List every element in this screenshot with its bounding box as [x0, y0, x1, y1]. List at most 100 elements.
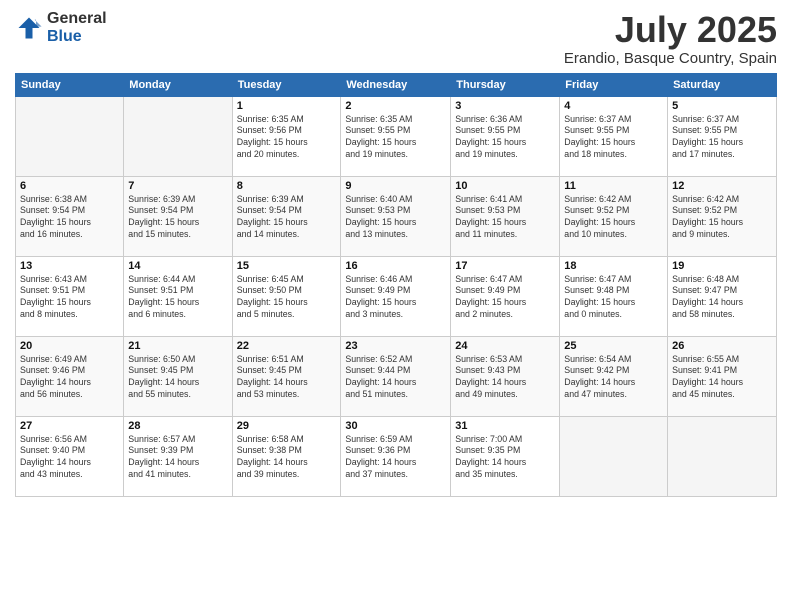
- table-row: 3Sunrise: 6:36 AM Sunset: 9:55 PM Daylig…: [451, 96, 560, 176]
- day-info: Sunrise: 6:37 AM Sunset: 9:55 PM Dayligh…: [564, 114, 663, 162]
- day-info: Sunrise: 6:48 AM Sunset: 9:47 PM Dayligh…: [672, 274, 772, 322]
- table-row: 21Sunrise: 6:50 AM Sunset: 9:45 PM Dayli…: [124, 336, 232, 416]
- header-monday: Monday: [124, 73, 232, 96]
- table-row: [16, 96, 124, 176]
- calendar-week-row: 27 Sunrise: 6:56 AM Sunset: 9:40 PM Dayli…: [16, 416, 777, 496]
- calendar-table: Sunday Monday Tuesday Wednesday Thursday…: [15, 73, 777, 497]
- day-info: Sunrise: 6:46 AM Sunset: 9:49 PM Dayligh…: [345, 274, 446, 322]
- table-row: 28 Sunrise: 6:57 AM Sunset: 9:39 PM Dayli…: [124, 416, 232, 496]
- table-row: 7Sunrise: 6:39 AM Sunset: 9:54 PM Daylig…: [124, 176, 232, 256]
- day-info: Sunrise: 6:58 AM Sunset: 9:38 PM Dayligh…: [237, 434, 337, 482]
- day-number: 24: [455, 340, 555, 352]
- table-row: 9 Sunrise: 6:40 AM Sunset: 9:53 PM Daylig…: [341, 176, 451, 256]
- table-row: 23 Sunrise: 6:52 AM Sunset: 9:44 PM Dayli…: [341, 336, 451, 416]
- table-row: 5 Sunrise: 6:37 AM Sunset: 9:55 PM Daylig…: [668, 96, 777, 176]
- table-row: [668, 416, 777, 496]
- table-row: 10 Sunrise: 6:41 AM Sunset: 9:53 PM Dayli…: [451, 176, 560, 256]
- table-row: 8 Sunrise: 6:39 AM Sunset: 9:54 PM Daylig…: [232, 176, 341, 256]
- logo: General Blue: [15, 10, 107, 46]
- day-info: Sunrise: 6:49 AM Sunset: 9:46 PM Dayligh…: [20, 354, 119, 402]
- header: General Blue July 2025 Erandio, Basque C…: [15, 10, 777, 67]
- month-title: July 2025: [564, 10, 777, 50]
- day-info: Sunrise: 6:59 AM Sunset: 9:36 PM Dayligh…: [345, 434, 446, 482]
- table-row: 29 Sunrise: 6:58 AM Sunset: 9:38 PM Dayli…: [232, 416, 341, 496]
- day-number: 13: [20, 260, 119, 272]
- day-info: Sunrise: 6:45 AM Sunset: 9:50 PM Dayligh…: [237, 274, 337, 322]
- day-number: 18: [564, 260, 663, 272]
- table-row: 26 Sunrise: 6:55 AM Sunset: 9:41 PM Dayli…: [668, 336, 777, 416]
- logo-text: General Blue: [47, 10, 107, 46]
- table-row: 11 Sunrise: 6:42 AM Sunset: 9:52 PM Dayli…: [560, 176, 668, 256]
- day-info: Sunrise: 6:47 AM Sunset: 9:48 PM Dayligh…: [564, 274, 663, 322]
- table-row: 6Sunrise: 6:38 AM Sunset: 9:54 PM Daylig…: [16, 176, 124, 256]
- day-number: 12: [672, 180, 772, 192]
- table-row: 4 Sunrise: 6:37 AM Sunset: 9:55 PM Daylig…: [560, 96, 668, 176]
- day-number: 4: [564, 100, 663, 112]
- table-row: 22 Sunrise: 6:51 AM Sunset: 9:45 PM Dayli…: [232, 336, 341, 416]
- day-number: 16: [345, 260, 446, 272]
- day-info: Sunrise: 6:37 AM Sunset: 9:55 PM Dayligh…: [672, 114, 772, 162]
- day-number: 9: [345, 180, 446, 192]
- table-row: 31 Sunrise: 7:00 AM Sunset: 9:35 PM Dayli…: [451, 416, 560, 496]
- header-sunday: Sunday: [16, 73, 124, 96]
- day-number: 28: [128, 420, 227, 432]
- day-number: 27: [20, 420, 119, 432]
- table-row: 17 Sunrise: 6:47 AM Sunset: 9:49 PM Dayli…: [451, 256, 560, 336]
- day-info: Sunrise: 6:50 AM Sunset: 9:45 PM Dayligh…: [128, 354, 227, 402]
- day-info: Sunrise: 6:56 AM Sunset: 9:40 PM Dayligh…: [20, 434, 119, 482]
- day-number: 19: [672, 260, 772, 272]
- logo-general-text: General: [47, 10, 107, 28]
- table-row: 24 Sunrise: 6:53 AM Sunset: 9:43 PM Dayli…: [451, 336, 560, 416]
- day-info: Sunrise: 6:43 AM Sunset: 9:51 PM Dayligh…: [20, 274, 119, 322]
- table-row: 18 Sunrise: 6:47 AM Sunset: 9:48 PM Dayli…: [560, 256, 668, 336]
- calendar-week-row: 20 Sunrise: 6:49 AM Sunset: 9:46 PM Dayli…: [16, 336, 777, 416]
- day-number: 5: [672, 100, 772, 112]
- day-info: Sunrise: 7:00 AM Sunset: 9:35 PM Dayligh…: [455, 434, 555, 482]
- table-row: [124, 96, 232, 176]
- day-info: Sunrise: 6:52 AM Sunset: 9:44 PM Dayligh…: [345, 354, 446, 402]
- day-number: 2: [345, 100, 446, 112]
- day-info: Sunrise: 6:39 AM Sunset: 9:54 PM Dayligh…: [237, 194, 337, 242]
- day-number: 26: [672, 340, 772, 352]
- day-number: 31: [455, 420, 555, 432]
- logo-blue-text: Blue: [47, 28, 107, 46]
- day-info: Sunrise: 6:55 AM Sunset: 9:41 PM Dayligh…: [672, 354, 772, 402]
- header-thursday: Thursday: [451, 73, 560, 96]
- day-number: 29: [237, 420, 337, 432]
- day-info: Sunrise: 6:35 AM Sunset: 9:56 PM Dayligh…: [237, 114, 337, 162]
- day-info: Sunrise: 6:40 AM Sunset: 9:53 PM Dayligh…: [345, 194, 446, 242]
- day-number: 8: [237, 180, 337, 192]
- day-info: Sunrise: 6:57 AM Sunset: 9:39 PM Dayligh…: [128, 434, 227, 482]
- table-row: 25Sunrise: 6:54 AM Sunset: 9:42 PM Dayli…: [560, 336, 668, 416]
- day-info: Sunrise: 6:38 AM Sunset: 9:54 PM Dayligh…: [20, 194, 119, 242]
- day-info: Sunrise: 6:35 AM Sunset: 9:55 PM Dayligh…: [345, 114, 446, 162]
- day-number: 11: [564, 180, 663, 192]
- day-number: 15: [237, 260, 337, 272]
- day-info: Sunrise: 6:42 AM Sunset: 9:52 PM Dayligh…: [672, 194, 772, 242]
- weekday-header-row: Sunday Monday Tuesday Wednesday Thursday…: [16, 73, 777, 96]
- day-info: Sunrise: 6:51 AM Sunset: 9:45 PM Dayligh…: [237, 354, 337, 402]
- day-number: 30: [345, 420, 446, 432]
- day-number: 3: [455, 100, 555, 112]
- calendar-week-row: 1Sunrise: 6:35 AM Sunset: 9:56 PM Daylig…: [16, 96, 777, 176]
- day-number: 22: [237, 340, 337, 352]
- header-saturday: Saturday: [668, 73, 777, 96]
- table-row: 2 Sunrise: 6:35 AM Sunset: 9:55 PM Daylig…: [341, 96, 451, 176]
- day-info: Sunrise: 6:44 AM Sunset: 9:51 PM Dayligh…: [128, 274, 227, 322]
- header-tuesday: Tuesday: [232, 73, 341, 96]
- day-number: 10: [455, 180, 555, 192]
- day-info: Sunrise: 6:53 AM Sunset: 9:43 PM Dayligh…: [455, 354, 555, 402]
- table-row: 20 Sunrise: 6:49 AM Sunset: 9:46 PM Dayli…: [16, 336, 124, 416]
- day-info: Sunrise: 6:41 AM Sunset: 9:53 PM Dayligh…: [455, 194, 555, 242]
- header-wednesday: Wednesday: [341, 73, 451, 96]
- day-info: Sunrise: 6:47 AM Sunset: 9:49 PM Dayligh…: [455, 274, 555, 322]
- day-number: 20: [20, 340, 119, 352]
- table-row: [560, 416, 668, 496]
- day-number: 23: [345, 340, 446, 352]
- table-row: 13 Sunrise: 6:43 AM Sunset: 9:51 PM Dayli…: [16, 256, 124, 336]
- day-number: 17: [455, 260, 555, 272]
- table-row: 14 Sunrise: 6:44 AM Sunset: 9:51 PM Dayli…: [124, 256, 232, 336]
- day-number: 14: [128, 260, 227, 272]
- day-info: Sunrise: 6:42 AM Sunset: 9:52 PM Dayligh…: [564, 194, 663, 242]
- calendar-week-row: 13 Sunrise: 6:43 AM Sunset: 9:51 PM Dayli…: [16, 256, 777, 336]
